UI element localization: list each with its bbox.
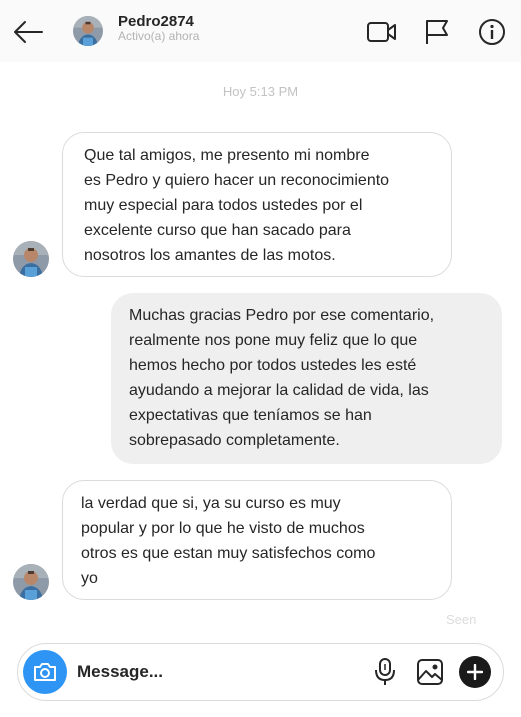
message-line: la verdad que si, ya su curso es muy [81,495,341,512]
arrow-left-icon [14,21,43,43]
message-line: ayudando a mejorar la calidad de vida, l… [129,382,429,399]
back-button[interactable] [10,14,46,50]
sender-avatar[interactable] [13,241,49,277]
active-status: Activo(a) ahora [118,29,200,43]
image-icon [417,659,443,685]
conversation-timestamp: Hoy 5:13 PM [222,84,299,99]
message-input[interactable] [77,657,357,687]
message-line: excelente curso que han sacado para [84,222,351,239]
message-line: expectativas que teníamos se han [129,407,372,424]
microphone-icon [375,658,395,685]
info-icon [479,19,505,45]
message-bubble-incoming[interactable]: Que tal amigos, me presento mi nombre es… [62,132,452,277]
video-call-button[interactable] [366,16,398,48]
voice-message-button[interactable] [370,657,400,687]
chat-header: Pedro2874 Activo(a) ahora [0,0,521,62]
message-line: realmente nos pone muy feliz que lo que [129,332,418,349]
username[interactable]: Pedro2874 [118,13,194,30]
message-line: yo [81,570,98,587]
plus-icon [467,664,483,680]
video-camera-icon [367,22,396,42]
more-options-button[interactable] [459,656,491,688]
report-button[interactable] [421,16,453,48]
message-line: Muchas gracias Pedro por ese comentario, [129,307,435,324]
message-line: sobrepasado completamente. [129,432,340,449]
message-bubble-incoming[interactable]: la verdad que si, ya su curso es muy pop… [62,480,452,600]
message-line: otros es que estan muy satisfechos como [81,545,376,562]
message-line: nosotros los amantes de las motos. [84,247,336,264]
message-line: muy especial para todos ustedes por el [84,197,363,214]
info-button[interactable] [476,16,508,48]
message-line: es Pedro y quiero hacer un reconocimient… [84,172,390,189]
camera-icon [34,663,56,681]
gallery-button[interactable] [415,657,445,687]
sender-avatar[interactable] [13,564,49,600]
message-line: Que tal amigos, me presento mi nombre [84,147,370,164]
message-bubble-outgoing[interactable]: Muchas gracias Pedro por ese comentario,… [111,293,502,464]
message-line: hemos hecho por todos ustedes les esté [129,357,417,374]
message-composer [17,643,504,701]
flag-icon [426,20,448,44]
seen-indicator: Seen [446,612,477,627]
message-line: popular y por lo que he visto de muchos [81,520,365,537]
camera-button[interactable] [23,650,67,694]
avatar[interactable] [73,16,103,46]
